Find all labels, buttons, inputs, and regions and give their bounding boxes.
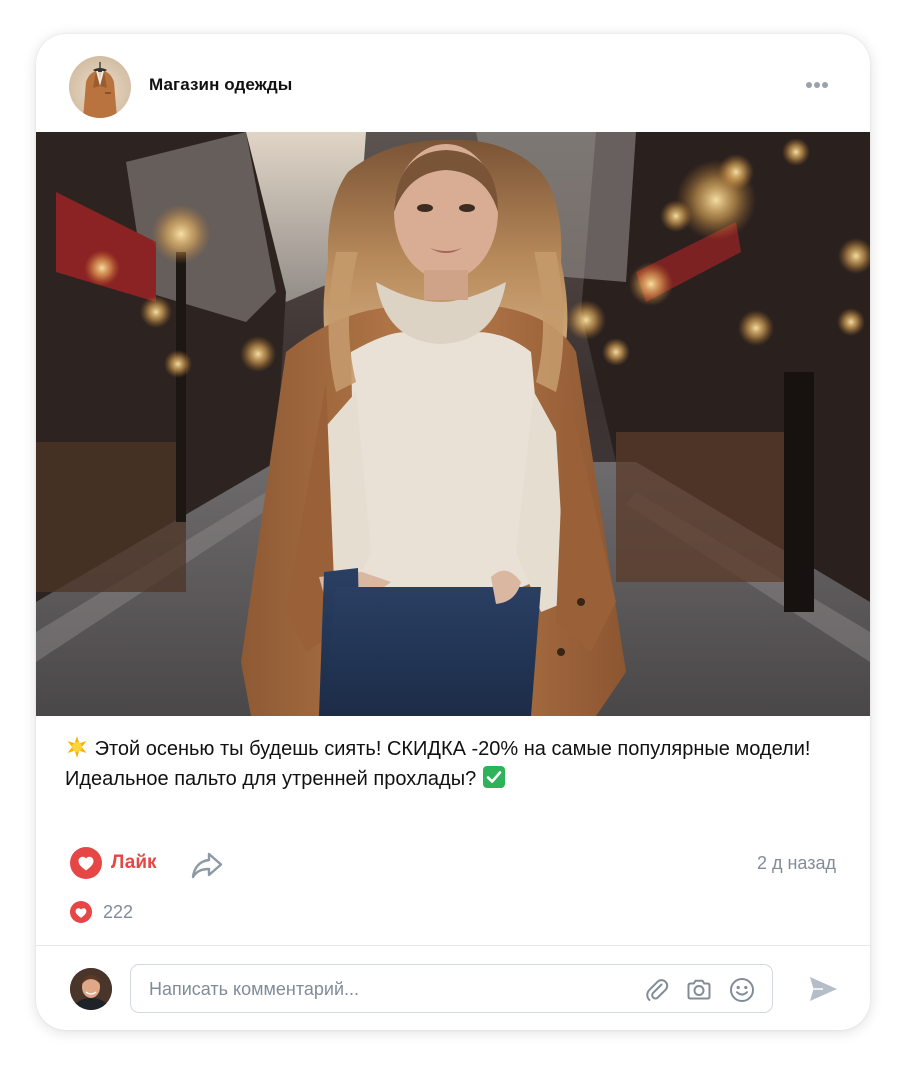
comment-input[interactable]	[149, 977, 629, 1001]
user-avatar[interactable]	[70, 968, 112, 1010]
smile-icon[interactable]	[728, 976, 756, 1004]
heart-icon	[70, 847, 102, 879]
send-icon[interactable]	[806, 972, 840, 1006]
author-name[interactable]: Магазин одежды	[149, 75, 292, 95]
camera-icon[interactable]	[685, 976, 713, 1004]
coat-avatar-image	[83, 62, 117, 118]
likes-count: 222	[103, 902, 134, 922]
like-label: Лайк	[111, 852, 157, 873]
post-card: Магазин одежды Этой осенью ты будешь сия…	[36, 34, 870, 1030]
post-text-line1: Этой осенью ты будешь сиять! СКИДКА -20%…	[94, 738, 811, 760]
post-text: Этой осенью ты будешь сиять! СКИДКА -20%…	[65, 734, 845, 794]
post-time[interactable]: 2 д назад	[726, 853, 836, 874]
share-icon[interactable]	[190, 850, 224, 880]
author-avatar[interactable]	[69, 56, 131, 118]
check-emoji	[482, 765, 506, 789]
comment-box	[130, 964, 773, 1013]
user-avatar-image	[70, 968, 112, 1010]
paperclip-icon[interactable]	[643, 976, 671, 1004]
post-header: Магазин одежды	[36, 34, 870, 132]
star-emoji	[65, 735, 89, 759]
post-text-line2: Идеальное пальто для утренней прохлады?	[65, 768, 477, 790]
heart-icon	[70, 901, 92, 923]
divider	[36, 945, 870, 946]
post-photo[interactable]	[36, 132, 870, 716]
more-icon[interactable]	[796, 74, 838, 96]
street-fashion-photo	[36, 132, 870, 716]
